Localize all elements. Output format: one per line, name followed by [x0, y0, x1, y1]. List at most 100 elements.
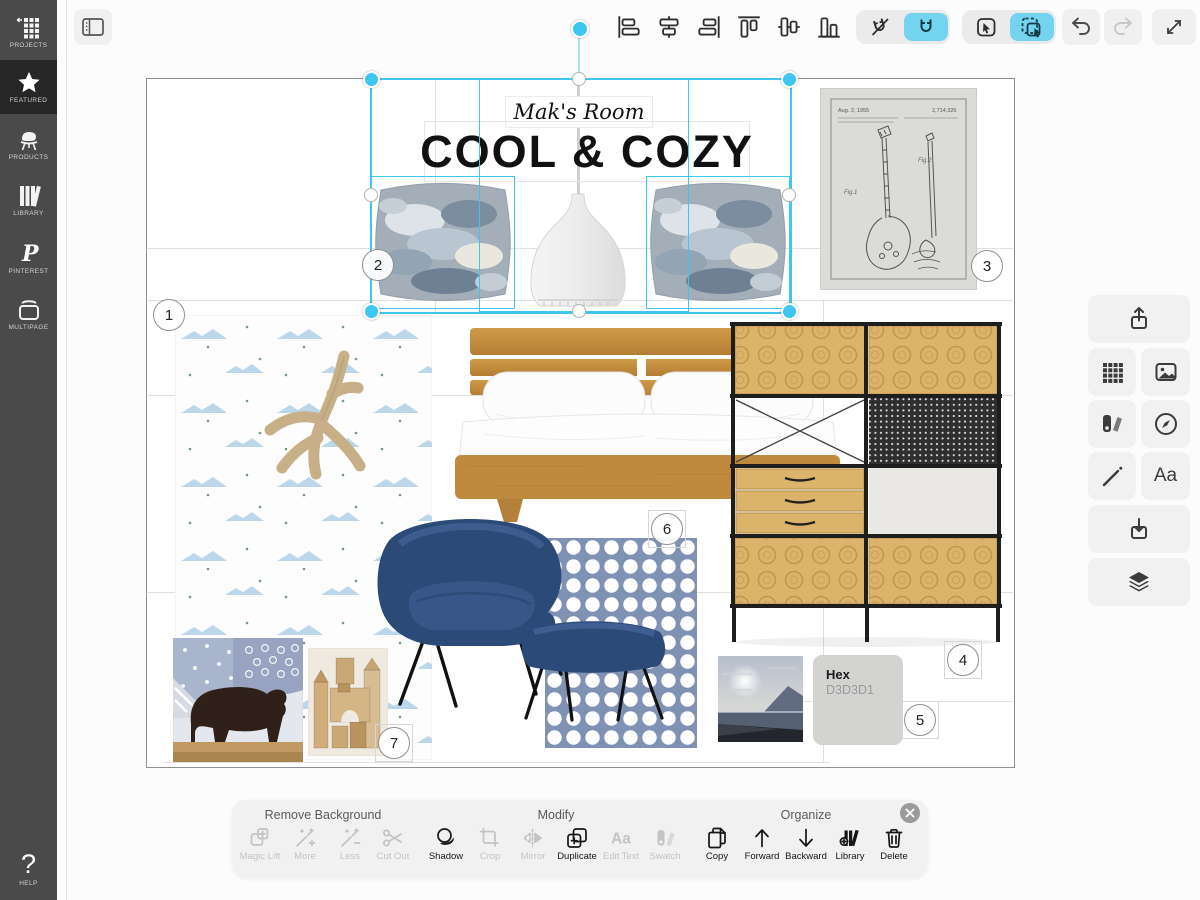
sidebar-item-products[interactable]: PRODUCTS: [0, 118, 57, 170]
item-badge-5[interactable]: 5: [904, 704, 936, 736]
cloud-pillow-right-item[interactable]: [648, 178, 788, 305]
grid-button[interactable]: [1088, 348, 1136, 396]
svg-text:P: P: [21, 241, 40, 266]
sidebar-item-projects[interactable]: PROJECTS: [0, 6, 57, 58]
guitar-patent-item[interactable]: Aug. 2, 1955 2,714,326 Fig.1 Fig.2: [820, 88, 977, 290]
sidebar-label: FEATURED: [10, 97, 48, 104]
hex-swatch-card[interactable]: Hex D3D3D1: [813, 655, 903, 745]
marquee-multiselect-icon: [1019, 15, 1045, 39]
sidebar-item-pinterest[interactable]: P PINTEREST: [0, 231, 57, 283]
selection-handle-mid-left[interactable]: [364, 188, 378, 202]
layout-guide-line: [163, 762, 830, 763]
text-tool-button[interactable]: Aa: [1141, 452, 1190, 500]
pencil-icon: [1098, 462, 1126, 490]
swatches-button[interactable]: [1088, 400, 1136, 448]
sidebar-label: LIBRARY: [13, 210, 43, 217]
align-left-icon[interactable]: [615, 13, 643, 41]
svg-text:Fig.1: Fig.1: [844, 190, 857, 196]
align-center-icon[interactable]: [655, 13, 683, 41]
section-title-organize: Organize: [781, 808, 832, 822]
sidebar-item-multipage[interactable]: MULTIPAGE: [0, 288, 57, 340]
sidebar-item-library[interactable]: LIBRARY: [0, 174, 57, 226]
crop-icon: [478, 826, 502, 850]
section-title-remove-background: Remove Background: [265, 808, 382, 822]
multi-select-button[interactable]: [1010, 13, 1054, 41]
storage-unit-item[interactable]: [727, 318, 1005, 648]
scissors-icon: [381, 826, 405, 850]
selection-handle-bottom-left[interactable]: [363, 303, 380, 320]
svg-text:Aug. 2, 1955: Aug. 2, 1955: [838, 108, 869, 114]
pinterest-icon: P: [16, 240, 42, 266]
magic-lift-icon: [248, 826, 272, 850]
selection-handle-mid-right[interactable]: [782, 188, 796, 202]
sidebar-label: PINTEREST: [9, 268, 49, 275]
board-title-text[interactable]: COOL & COZY: [424, 121, 750, 182]
sidebar-toggle-button[interactable]: [74, 9, 112, 45]
layers-button[interactable]: [1088, 558, 1190, 606]
undo-icon: [1068, 14, 1094, 40]
sidebar-label: PROJECTS: [10, 42, 48, 49]
magnet-off-icon: [868, 15, 892, 39]
share-button[interactable]: [1088, 295, 1190, 343]
pointer-select-button[interactable]: [964, 13, 1008, 41]
projects-grid-icon: [16, 16, 42, 40]
item-badge-2[interactable]: 2: [362, 249, 394, 281]
seascape-photo-item[interactable]: [718, 656, 803, 742]
multipage-icon: [16, 297, 42, 322]
fullscreen-button[interactable]: [1152, 9, 1196, 45]
redo-button[interactable]: [1104, 9, 1142, 45]
item-badge-1[interactable]: 1: [153, 299, 185, 331]
trash-icon: [882, 826, 906, 850]
item-badge-6[interactable]: 6: [651, 513, 683, 545]
layers-icon: [1125, 568, 1153, 596]
import-button[interactable]: [1088, 505, 1190, 553]
rotation-handle[interactable]: [571, 20, 589, 38]
blue-ottoman-item[interactable]: [512, 618, 672, 724]
wand-minus-icon: [338, 826, 362, 850]
svg-text:2,714,326: 2,714,326: [932, 108, 956, 114]
cut-out-button[interactable]: Cut Out: [363, 826, 423, 862]
duplicate-icon: [565, 826, 589, 850]
image-icon: [1152, 358, 1180, 386]
selection-handle-top-right[interactable]: [781, 71, 798, 88]
sidebar-item-featured[interactable]: FEATURED: [0, 60, 57, 114]
item-badge-7[interactable]: 7: [378, 727, 410, 759]
redo-icon: [1110, 14, 1136, 40]
align-bottom-icon[interactable]: [815, 13, 843, 41]
item-badge-3[interactable]: 3: [971, 250, 1003, 282]
toolbar-close-button[interactable]: [900, 803, 920, 823]
antler-item[interactable]: [248, 348, 398, 488]
align-right-icon[interactable]: [695, 13, 723, 41]
hex-value: D3D3D1: [826, 683, 903, 697]
delete-button[interactable]: Delete: [864, 826, 924, 862]
align-middle-icon[interactable]: [775, 13, 803, 41]
star-icon: [16, 70, 42, 95]
swatch-icon: [653, 826, 677, 850]
compass-icon: [1152, 410, 1180, 438]
draw-button[interactable]: [1088, 452, 1136, 500]
selection-handle-top-left[interactable]: [363, 71, 380, 88]
selection-handle-bottom-center[interactable]: [572, 304, 586, 318]
selection-handle-bottom-right[interactable]: [781, 303, 798, 320]
copy-icon: [705, 826, 729, 850]
sidebar-item-help[interactable]: ? HELP: [0, 842, 57, 896]
undo-button[interactable]: [1062, 9, 1100, 45]
sidebar: PROJECTS FEATURED PRODUCTS LIBRARY: [0, 0, 57, 900]
cloud-pillow-left-item[interactable]: [373, 178, 513, 305]
swatches-icon: [1098, 410, 1126, 438]
bear-figurine-item[interactable]: [173, 638, 303, 762]
mirror-icon: [521, 826, 545, 850]
books-icon: [16, 184, 42, 208]
item-badge-4[interactable]: 4: [947, 644, 979, 676]
magnet-on-button[interactable]: [904, 13, 948, 41]
library-add-icon: [838, 826, 862, 850]
swatch-button[interactable]: Swatch: [635, 826, 695, 862]
wand-plus-icon: [293, 826, 317, 850]
pendant-lamp-item[interactable]: [518, 192, 638, 312]
align-top-icon[interactable]: [735, 13, 763, 41]
image-button[interactable]: [1141, 348, 1190, 396]
aa-icon: Aa: [1154, 465, 1177, 487]
selection-handle-top-center[interactable]: [572, 72, 586, 86]
browse-button[interactable]: [1141, 400, 1190, 448]
magnet-off-button[interactable]: [858, 13, 902, 41]
